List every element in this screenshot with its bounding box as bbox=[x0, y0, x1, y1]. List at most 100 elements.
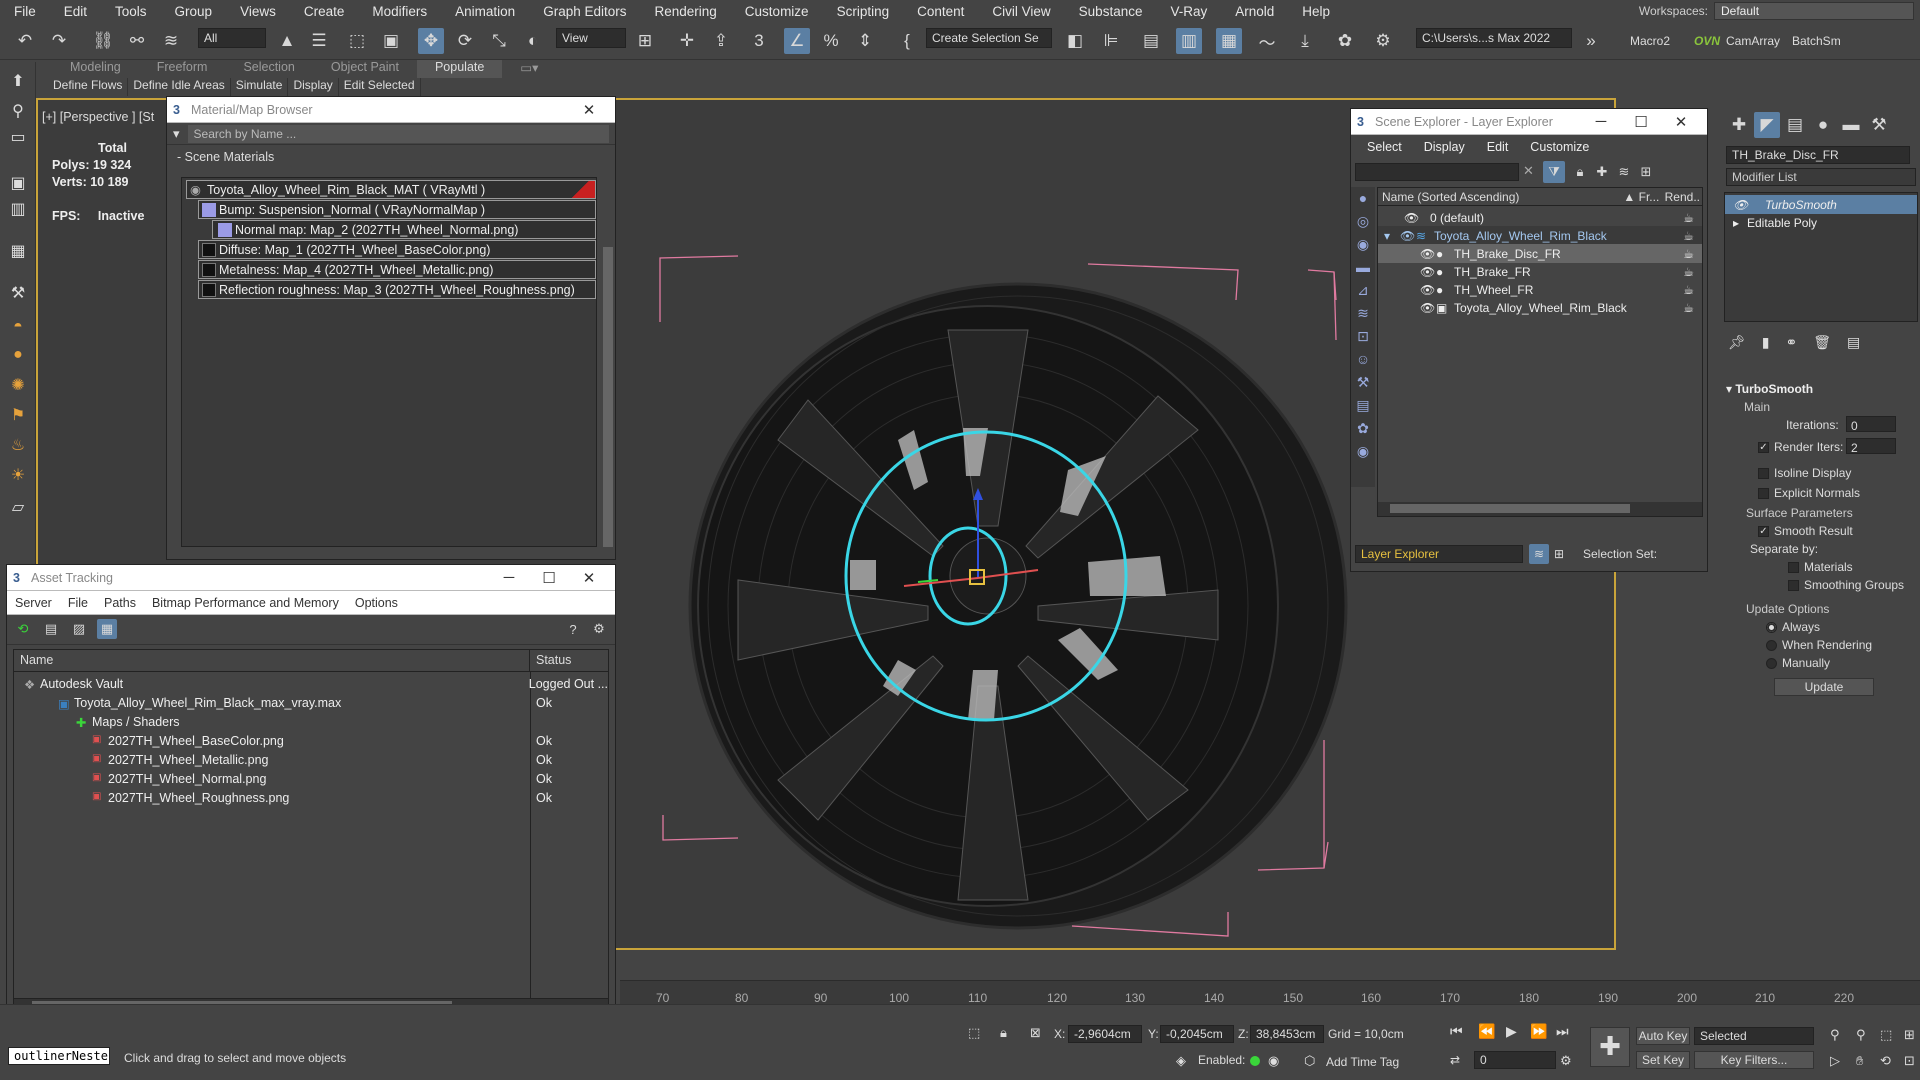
render-iters-checkbox[interactable]: ✓ bbox=[1758, 442, 1769, 454]
brush-icon[interactable]: ⚑ bbox=[6, 404, 30, 426]
object-name-field[interactable]: TH_Brake_Disc_FR bbox=[1726, 146, 1910, 164]
pin-icon[interactable]: ⬆ bbox=[6, 70, 30, 92]
set-key-big-icon[interactable]: ✚ bbox=[1590, 1027, 1630, 1067]
toolbar-overflow-icon[interactable]: » bbox=[1578, 28, 1604, 54]
hierarchy-tab-icon[interactable]: ▤ bbox=[1782, 112, 1808, 138]
always-radio[interactable] bbox=[1766, 622, 1777, 634]
zoom-extents-all-icon[interactable]: ⊞ bbox=[1904, 1027, 1915, 1043]
next-frame-icon[interactable]: ⏩ bbox=[1530, 1023, 1547, 1040]
render-icon[interactable]: ☕︎ bbox=[1683, 229, 1694, 243]
key-mode-icon[interactable]: ⇄ bbox=[1450, 1053, 1460, 1067]
eye-icon[interactable]: 👁︎ bbox=[1420, 265, 1435, 279]
adaptive-degradation-icon[interactable]: ◉ bbox=[1268, 1053, 1279, 1069]
materials-checkbox[interactable] bbox=[1788, 562, 1799, 574]
menu-vray[interactable]: V-Ray bbox=[1156, 4, 1221, 19]
menu-edit[interactable]: Edit bbox=[1487, 140, 1509, 154]
table-view-icon[interactable]: ▦ bbox=[97, 619, 117, 639]
menu-scripting[interactable]: Scripting bbox=[823, 4, 904, 19]
render-icon[interactable]: ☕︎ bbox=[1683, 265, 1694, 279]
select-object-icon[interactable]: ▲ bbox=[274, 28, 300, 54]
menu-customize[interactable]: Customize bbox=[1530, 140, 1589, 154]
expand-arrow-icon[interactable]: ▸ bbox=[1733, 216, 1739, 230]
scene-search-field[interactable] bbox=[1355, 163, 1519, 181]
reference-coord-dropdown[interactable]: View bbox=[556, 28, 626, 48]
object-row[interactable]: 👁︎ ● TH_Brake_FR ☕︎ bbox=[1378, 262, 1702, 281]
batchsm-button[interactable]: BatchSm bbox=[1792, 34, 1841, 48]
remove-modifier-icon[interactable]: 🗑︎ bbox=[1813, 334, 1831, 351]
settings-icon[interactable]: ⚙ bbox=[589, 619, 609, 639]
menu-options[interactable]: Options bbox=[355, 596, 398, 610]
goto-start-icon[interactable]: ⏮ bbox=[1450, 1023, 1463, 1040]
motion-tab-icon[interactable]: ● bbox=[1810, 112, 1836, 138]
bump-map-item[interactable]: Bump: Suspension_Normal ( VRayNormalMap … bbox=[198, 200, 596, 219]
spinner-snap-icon[interactable]: ⇕ bbox=[852, 28, 878, 54]
keyboard-shortcut-icon[interactable]: ⇪ bbox=[708, 28, 734, 54]
named-selection-set-dropdown[interactable]: Create Selection Se bbox=[926, 28, 1052, 48]
column-render[interactable]: Rend.. bbox=[1663, 188, 1702, 205]
explorer-type-dropdown[interactable]: Layer Explorer bbox=[1355, 545, 1523, 563]
ribbon-options-icon[interactable]: ▭▾ bbox=[502, 60, 556, 78]
smoothing-groups-checkbox[interactable] bbox=[1788, 580, 1799, 592]
prev-frame-icon[interactable]: ⏪ bbox=[1478, 1023, 1495, 1040]
viewport-label[interactable]: [+] [Perspective ] [St bbox=[42, 110, 154, 124]
normal-map-item[interactable]: Normal map: Map_2 (2027TH_Wheel_Normal.p… bbox=[212, 220, 596, 239]
layer-row[interactable]: ▾ 👁︎ ≋ Toyota_Alloy_Wheel_Rim_Black ☕︎ bbox=[1378, 226, 1702, 245]
hierarchy-icon[interactable]: ⊞ bbox=[1635, 161, 1657, 183]
toggle-ribbon-icon[interactable]: ▥ bbox=[1176, 28, 1202, 54]
display-button[interactable]: Display bbox=[288, 78, 339, 96]
menu-arnold[interactable]: Arnold bbox=[1221, 4, 1288, 19]
teapot-icon[interactable]: ▱ bbox=[6, 496, 30, 518]
auto-key-button[interactable]: Auto Key bbox=[1636, 1027, 1690, 1045]
render-icon[interactable]: ☕︎ bbox=[1683, 247, 1694, 261]
filter-icon[interactable]: ⧩ bbox=[1543, 161, 1565, 183]
ribbon-tab-selection[interactable]: Selection bbox=[225, 60, 312, 78]
align-icon[interactable]: ⊫ bbox=[1098, 28, 1124, 54]
menu-graph-editors[interactable]: Graph Editors bbox=[529, 4, 640, 19]
display-tab-icon[interactable]: ▬ bbox=[1838, 112, 1864, 138]
show-end-result-icon[interactable]: ▮ bbox=[1762, 334, 1770, 351]
iterations-spinner[interactable]: 0 bbox=[1846, 416, 1896, 433]
window-crossing-icon[interactable]: ▣ bbox=[378, 28, 404, 54]
menu-server[interactable]: Server bbox=[15, 596, 52, 610]
eye-icon[interactable]: 👁︎ bbox=[1400, 229, 1415, 243]
link-tool-icon[interactable]: ⚲ bbox=[6, 100, 30, 122]
timeline-ruler[interactable]: 70 80 90 100 110 120 130 140 150 160 170… bbox=[620, 980, 1920, 1005]
fov-icon[interactable]: ▷ bbox=[1830, 1053, 1840, 1069]
angle-snap-icon[interactable]: ∠ bbox=[784, 28, 810, 54]
bind-space-warp-icon[interactable]: ≋ bbox=[158, 28, 184, 54]
ribbon-tab-object-paint[interactable]: Object Paint bbox=[313, 60, 417, 78]
table-row[interactable]: ✚ Maps / Shaders bbox=[14, 712, 608, 731]
select-by-name-icon[interactable]: ☰ bbox=[306, 28, 332, 54]
y-coordinate-field[interactable]: -0,2045cm bbox=[1160, 1025, 1234, 1043]
ovn-button[interactable]: OVN bbox=[1694, 34, 1720, 48]
manually-radio[interactable] bbox=[1766, 658, 1777, 670]
mirror-icon[interactable]: ◧ bbox=[1062, 28, 1088, 54]
ball-icon[interactable]: ● bbox=[6, 344, 30, 366]
table-row[interactable]: ▣ Toyota_Alloy_Wheel_Rim_Black_max_vray.m… bbox=[14, 693, 608, 712]
macro2-button[interactable]: Macro2 bbox=[1630, 34, 1670, 48]
scene-materials-group[interactable]: - Scene Materials bbox=[167, 145, 615, 167]
time-tag-icon[interactable]: ⬡ bbox=[1304, 1053, 1315, 1069]
pose-icon[interactable]: ♨ bbox=[6, 434, 30, 456]
ribbon-tab-freeform[interactable]: Freeform bbox=[139, 60, 226, 78]
camarray-button[interactable]: CamArray bbox=[1726, 34, 1780, 48]
close-icon[interactable]: ✕ bbox=[1661, 113, 1701, 131]
menu-edit[interactable]: Edit bbox=[50, 4, 101, 19]
menu-customize[interactable]: Customize bbox=[731, 4, 823, 19]
utilities-tab-icon[interactable]: ⚒ bbox=[1866, 112, 1892, 138]
render-icon[interactable]: ☕︎ bbox=[1683, 283, 1694, 297]
menu-bitmap-performance[interactable]: Bitmap Performance and Memory bbox=[152, 596, 339, 610]
column-name[interactable]: Name bbox=[14, 650, 530, 671]
undo-icon[interactable]: ↶ bbox=[12, 28, 38, 54]
render-setup-icon[interactable]: ⚙ bbox=[1370, 28, 1396, 54]
add-time-tag-label[interactable]: Add Time Tag bbox=[1326, 1055, 1399, 1069]
eye-icon[interactable]: 👁︎ bbox=[1420, 247, 1435, 261]
define-idle-areas-button[interactable]: Define Idle Areas bbox=[128, 78, 231, 96]
schematic-view-icon[interactable]: ⤓ bbox=[1292, 28, 1318, 54]
column-status[interactable]: Status bbox=[530, 650, 608, 671]
object-row[interactable]: 👁︎ ● TH_Wheel_FR ☕︎ bbox=[1378, 280, 1702, 299]
container-icon[interactable]: ▭ bbox=[6, 126, 30, 148]
selection-filter-dropdown[interactable]: All bbox=[198, 28, 266, 48]
current-frame-field[interactable]: 0 bbox=[1474, 1051, 1556, 1069]
collapse-arrow-icon[interactable]: ▾ bbox=[1384, 229, 1390, 243]
